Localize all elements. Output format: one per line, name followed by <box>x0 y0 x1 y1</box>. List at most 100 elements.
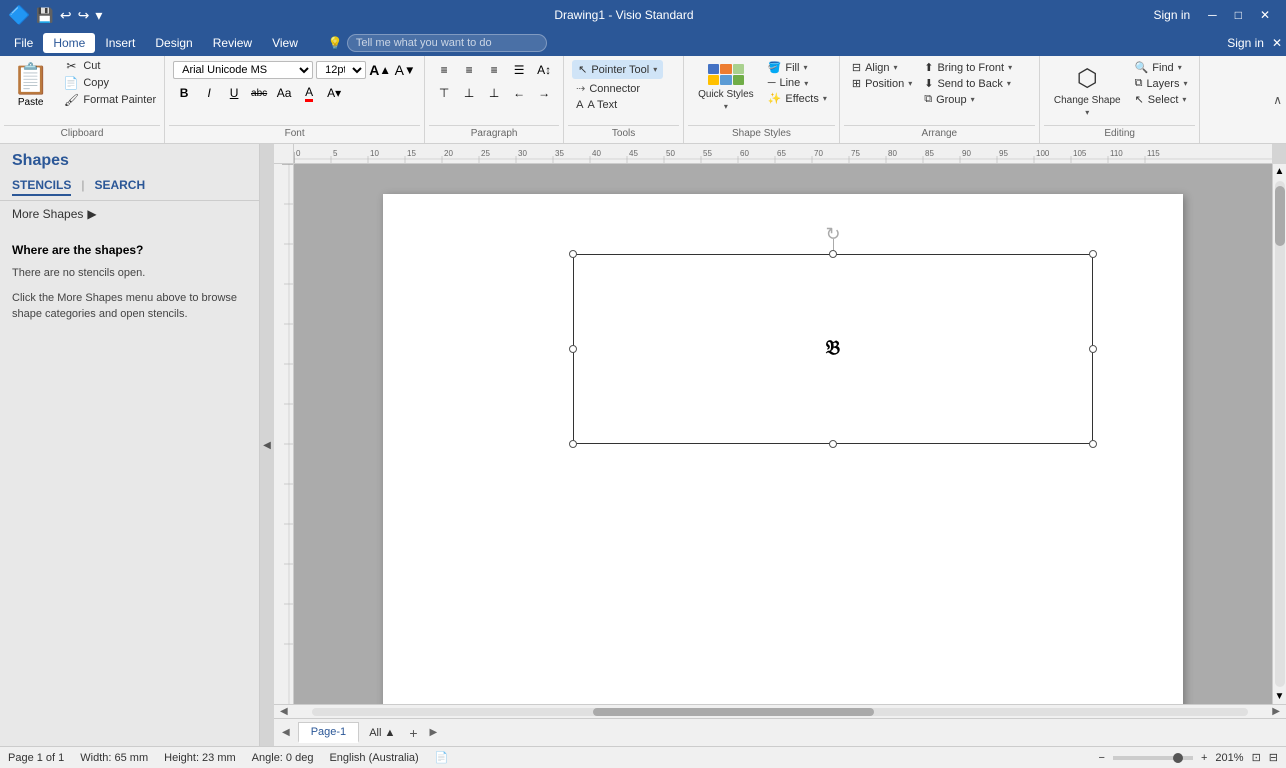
effects-btn[interactable]: ✨ Effects ▾ <box>764 91 831 106</box>
selected-shape-container[interactable]: ↻ 𝔅 <box>573 254 1093 444</box>
group-btn[interactable]: ⧉ Group ▾ <box>920 92 1016 107</box>
fit-width-btn[interactable]: ⊟ <box>1269 751 1278 764</box>
scroll-down-btn[interactable]: ▼ <box>1273 689 1286 704</box>
font-size-aa-btn[interactable]: Aa <box>273 83 295 103</box>
align-bottom-btn[interactable]: ⊥ <box>483 83 505 103</box>
fill-btn[interactable]: 🪣 Fill ▾ <box>764 60 831 75</box>
page-scroll-left[interactable]: ◀ <box>278 727 294 738</box>
position-arrow[interactable]: ▾ <box>908 79 912 88</box>
align-right-btn[interactable]: ≡ <box>483 60 505 80</box>
paste-button[interactable]: 📋 Paste <box>4 58 57 112</box>
copy-button[interactable]: 📄 Copy <box>59 75 160 91</box>
bring-to-front-btn[interactable]: ⬆ Bring to Front ▾ <box>920 60 1016 75</box>
page-scroll-right[interactable]: ▶ <box>426 727 442 738</box>
sign-in-menu[interactable]: Sign in <box>1227 36 1264 50</box>
effects-arrow[interactable]: ▾ <box>823 94 827 103</box>
cut-button[interactable]: ✂ Cut <box>59 58 160 74</box>
change-shape-btn[interactable]: ⬡ Change Shape ▾ <box>1048 60 1127 121</box>
underline-btn[interactable]: U <box>223 83 245 103</box>
line-arrow[interactable]: ▾ <box>804 79 808 88</box>
menu-design[interactable]: Design <box>145 33 202 53</box>
fill-arrow[interactable]: ▾ <box>803 63 807 72</box>
menu-home[interactable]: Home <box>43 33 95 53</box>
tab-search[interactable]: SEARCH <box>94 178 145 196</box>
align-arrow[interactable]: ▾ <box>894 63 898 72</box>
align-top-btn[interactable]: ⊤ <box>433 83 455 103</box>
font-highlight-btn[interactable]: A▾ <box>323 83 345 103</box>
text-direction-btn[interactable]: A↕ <box>533 60 555 80</box>
scroll-right-btn[interactable]: ▶ <box>1268 706 1284 717</box>
handle-mid-right[interactable] <box>1089 345 1097 353</box>
handle-top-center[interactable] <box>829 250 837 258</box>
find-btn[interactable]: 🔍 Find ▾ <box>1131 60 1192 75</box>
zoom-slider[interactable] <box>1113 756 1193 760</box>
customize-qat[interactable]: ▾ <box>95 7 102 24</box>
bold-btn[interactable]: B <box>173 83 195 103</box>
canvas-page[interactable]: ↻ 𝔅 <box>383 194 1183 704</box>
shape-rectangle[interactable]: 𝔅 <box>573 254 1093 444</box>
group-arrow[interactable]: ▾ <box>971 95 975 104</box>
minimize-btn[interactable]: ─ <box>1200 6 1225 24</box>
handle-top-left[interactable] <box>569 250 577 258</box>
font-family-select[interactable]: Arial Unicode MS <box>173 61 313 79</box>
tab-stencils[interactable]: STENCILS <box>12 178 71 196</box>
h-scroll-thumb[interactable] <box>593 708 874 716</box>
align-btn[interactable]: ⊟ Align ▾ <box>848 60 916 75</box>
add-page-btn[interactable]: + <box>405 725 421 741</box>
canvas-scroll[interactable]: ↻ 𝔅 <box>294 164 1272 704</box>
send-back-arrow[interactable]: ▾ <box>1007 79 1011 88</box>
tell-me-input[interactable] <box>347 34 547 52</box>
quick-styles-arrow[interactable]: ▾ <box>724 102 728 111</box>
pointer-dropdown-arrow[interactable]: ▾ <box>653 65 657 74</box>
v-scroll-track[interactable] <box>1275 181 1285 687</box>
send-to-back-btn[interactable]: ⬇ Send to Back ▾ <box>920 76 1016 91</box>
line-btn[interactable]: ─ Line ▾ <box>764 76 831 90</box>
menu-review[interactable]: Review <box>203 33 262 53</box>
sidebar-collapse-btn[interactable]: ◀ <box>260 144 274 746</box>
format-painter-button[interactable]: 🖌 Format Painter <box>59 92 160 108</box>
strikethrough-btn[interactable]: abc <box>248 83 270 103</box>
zoom-in-btn[interactable]: + <box>1201 752 1207 764</box>
align-middle-btn[interactable]: ⊥ <box>458 83 480 103</box>
handle-bottom-center[interactable] <box>829 440 837 448</box>
ribbon-collapse-btn[interactable]: ∧ <box>1273 93 1282 107</box>
menu-insert[interactable]: Insert <box>95 33 145 53</box>
font-color-btn[interactable]: A <box>298 83 320 103</box>
handle-bottom-left[interactable] <box>569 440 577 448</box>
scroll-up-btn[interactable]: ▲ <box>1273 164 1286 179</box>
sign-in-btn[interactable]: Sign in <box>1145 6 1198 24</box>
quick-styles-btn[interactable]: Quick Styles ▾ <box>692 60 760 115</box>
select-btn[interactable]: ↖ Select ▾ <box>1131 92 1192 107</box>
increase-indent-btn[interactable]: → <box>533 83 555 103</box>
fit-page-btn[interactable]: ⊡ <box>1252 751 1261 764</box>
select-arrow[interactable]: ▾ <box>1182 95 1186 104</box>
bring-front-arrow[interactable]: ▾ <box>1008 63 1012 72</box>
italic-btn[interactable]: I <box>198 83 220 103</box>
zoom-out-btn[interactable]: − <box>1099 752 1105 764</box>
layers-btn[interactable]: ⧉ Layers ▾ <box>1131 76 1192 91</box>
more-shapes-btn[interactable]: More Shapes ▶ <box>0 201 259 227</box>
save-icon[interactable]: 💾 <box>36 7 53 24</box>
close-ribbon-btn[interactable]: ✕ <box>1272 36 1282 50</box>
find-arrow[interactable]: ▾ <box>1178 63 1182 72</box>
scroll-left-btn[interactable]: ◀ <box>276 706 292 717</box>
connector-btn[interactable]: ⇢ Connector <box>572 81 644 96</box>
h-scroll-track[interactable] <box>312 708 1249 716</box>
close-btn[interactable]: ✕ <box>1252 6 1278 24</box>
page-tab-all[interactable]: All ▲ <box>363 725 401 741</box>
decrease-font-btn[interactable]: A▼ <box>394 60 416 80</box>
align-left-btn[interactable]: ≡ <box>433 60 455 80</box>
bullet-list-btn[interactable]: ☰ <box>508 60 530 80</box>
v-scroll-thumb[interactable] <box>1275 186 1285 246</box>
handle-mid-left[interactable] <box>569 345 577 353</box>
font-size-select[interactable]: 12pt <box>316 61 366 79</box>
menu-file[interactable]: File <box>4 33 43 53</box>
redo-icon[interactable]: ↪ <box>78 7 90 24</box>
change-shape-arrow[interactable]: ▾ <box>1085 108 1089 117</box>
pointer-tool-btn[interactable]: ↖ Pointer Tool ▾ <box>572 60 663 79</box>
increase-font-btn[interactable]: A▲ <box>369 60 391 80</box>
decrease-indent-btn[interactable]: ← <box>508 83 530 103</box>
handle-top-right[interactable] <box>1089 250 1097 258</box>
undo-icon[interactable]: ↩ <box>60 7 72 24</box>
layers-arrow[interactable]: ▾ <box>1183 79 1187 88</box>
